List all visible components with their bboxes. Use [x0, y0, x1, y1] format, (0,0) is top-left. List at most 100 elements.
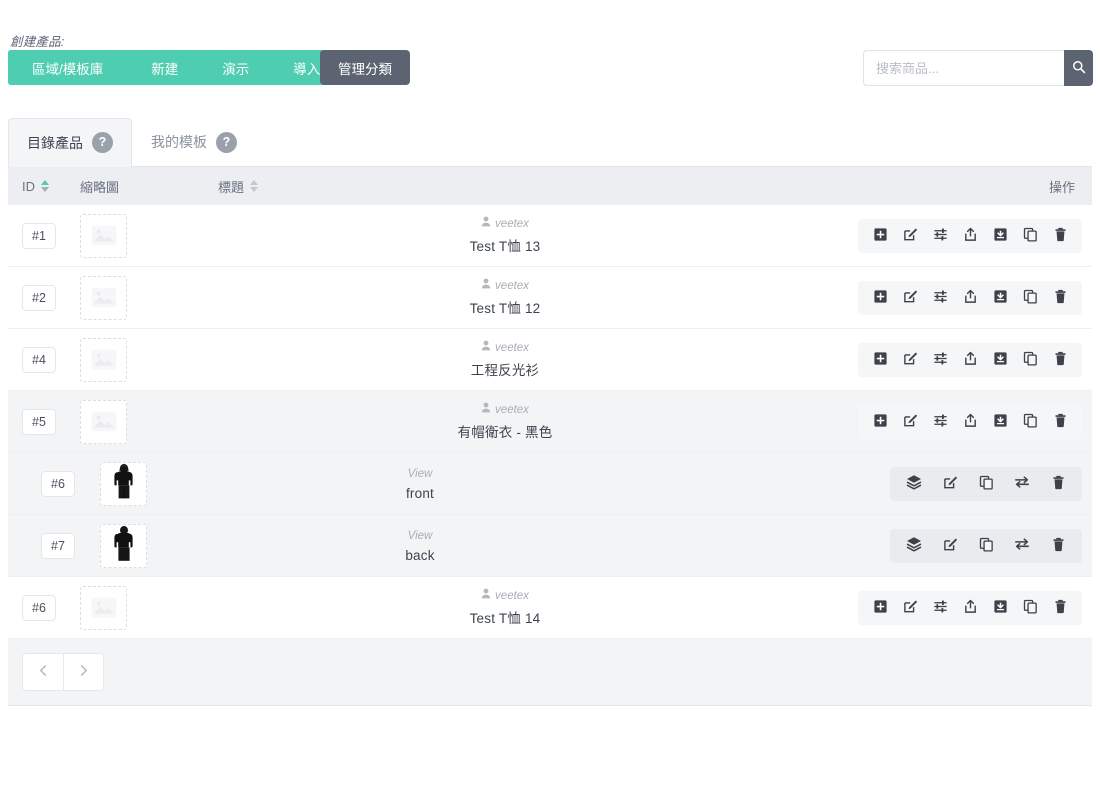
delete-button[interactable]	[1052, 351, 1068, 368]
duplicate-button[interactable]	[1022, 289, 1038, 306]
share-button[interactable]	[962, 227, 978, 244]
share-button[interactable]	[962, 599, 978, 616]
row-title-cell: veetex Test T恤 14	[218, 588, 792, 627]
search-input[interactable]	[863, 50, 1064, 86]
settings-button[interactable]	[932, 600, 948, 616]
save-icon	[993, 227, 1008, 245]
image-placeholder-icon	[91, 287, 117, 308]
edit-button[interactable]	[942, 476, 958, 492]
duplicate-button[interactable]	[978, 475, 994, 492]
duplicate-button[interactable]	[1022, 351, 1038, 368]
row-thumbnail[interactable]	[80, 337, 127, 382]
save-button[interactable]	[992, 227, 1008, 245]
table-row[interactable]: #2 veetex Test T恤 12	[8, 267, 1092, 329]
help-icon[interactable]: ?	[216, 131, 237, 153]
add-button[interactable]	[872, 413, 888, 430]
delete-button[interactable]	[1052, 227, 1068, 244]
duplicate-button[interactable]	[978, 537, 994, 554]
settings-button[interactable]	[932, 290, 948, 306]
row-title: Test T恤 13	[469, 239, 541, 255]
tab-catalog-products[interactable]: 目錄產品 ?	[8, 118, 132, 167]
row-thumbnail[interactable]	[80, 275, 127, 320]
add-button[interactable]	[872, 599, 888, 616]
add-button[interactable]	[872, 227, 888, 244]
delete-button[interactable]	[1050, 475, 1066, 492]
search-button[interactable]	[1064, 50, 1093, 86]
delete-icon	[1051, 537, 1066, 555]
column-header-id[interactable]: ID	[8, 179, 80, 194]
row-thumbnail[interactable]	[100, 523, 147, 568]
demo-button[interactable]: 演示	[200, 50, 272, 85]
share-button[interactable]	[962, 351, 978, 369]
settings-icon	[933, 413, 948, 431]
edit-button[interactable]	[902, 600, 918, 616]
share-button[interactable]	[962, 289, 978, 306]
row-title-cell: veetex Test T恤 13	[218, 216, 792, 255]
row-id-badge: #5	[22, 408, 56, 435]
save-button[interactable]	[992, 351, 1008, 369]
edit-button[interactable]	[902, 414, 918, 430]
table-row[interactable]: #5 veetex 有帽衛衣 - 黑色	[8, 391, 1092, 453]
duplicate-button[interactable]	[1022, 227, 1038, 244]
delete-button[interactable]	[1050, 537, 1066, 555]
design-template-library-button[interactable]: 區域/模板庫	[8, 50, 130, 85]
save-button[interactable]	[992, 599, 1008, 616]
create-new-button[interactable]: 新建	[129, 50, 201, 85]
manage-categories-button[interactable]: 管理分類	[320, 50, 410, 85]
swap-button[interactable]	[1014, 476, 1030, 492]
edit-button[interactable]	[902, 228, 918, 244]
row-owner-label: veetex	[495, 217, 529, 230]
delete-button[interactable]	[1052, 289, 1068, 306]
row-thumbnail-cell	[80, 337, 218, 382]
help-icon[interactable]: ?	[92, 132, 113, 153]
row-thumbnail[interactable]	[100, 461, 147, 506]
edit-button[interactable]	[902, 352, 918, 368]
edit-button[interactable]	[902, 290, 918, 306]
row-owner-label: veetex	[495, 403, 529, 416]
row-thumbnail[interactable]	[80, 399, 127, 444]
row-owner-label: veetex	[495, 341, 529, 354]
table-row[interactable]: #4 veetex 工程反光衫	[8, 329, 1092, 391]
row-title-cell: View back	[218, 528, 792, 562]
row-thumbnail[interactable]	[80, 213, 127, 258]
table-header-row: ID 縮略圖 標題 操作	[8, 167, 1092, 205]
sort-icon-id[interactable]	[41, 180, 49, 192]
duplicate-button[interactable]	[1022, 599, 1038, 616]
settings-button[interactable]	[932, 352, 948, 368]
save-icon	[993, 351, 1008, 369]
row-thumbnail[interactable]	[80, 585, 127, 630]
save-button[interactable]	[992, 413, 1008, 430]
pagination-prev-button[interactable]	[22, 653, 63, 691]
pagination-next-button[interactable]	[63, 653, 104, 691]
add-button[interactable]	[872, 289, 888, 306]
user-icon	[481, 340, 491, 356]
table-row-view[interactable]: #6 View front	[8, 453, 1092, 515]
settings-button[interactable]	[932, 228, 948, 244]
tab-my-templates[interactable]: 我的模板 ?	[132, 117, 256, 166]
edit-icon	[903, 289, 918, 307]
table-row[interactable]: #6 veetex Test T恤 14	[8, 577, 1092, 639]
share-button[interactable]	[962, 413, 978, 430]
share-icon	[963, 351, 978, 369]
row-actions-cell	[792, 280, 1092, 315]
column-header-title[interactable]: 標題	[218, 177, 922, 196]
settings-button[interactable]	[932, 414, 948, 430]
image-placeholder-icon	[91, 349, 117, 370]
delete-button[interactable]	[1052, 413, 1068, 430]
row-id-badge: #4	[22, 346, 56, 373]
sort-icon-title[interactable]	[250, 180, 259, 192]
row-title-cell: veetex 工程反光衫	[218, 340, 792, 379]
save-button[interactable]	[992, 289, 1008, 306]
swap-button[interactable]	[1014, 538, 1030, 554]
row-id-cell: #7	[8, 532, 80, 559]
layers-button[interactable]	[906, 475, 922, 492]
delete-button[interactable]	[1052, 599, 1068, 617]
layers-button[interactable]	[906, 537, 922, 554]
add-button[interactable]	[872, 351, 888, 368]
delete-icon	[1053, 599, 1068, 617]
hoodie-back-thumbnail	[106, 524, 141, 567]
duplicate-button[interactable]	[1022, 413, 1038, 430]
edit-button[interactable]	[942, 538, 958, 554]
table-row[interactable]: #1 veetex Test T恤 13	[8, 205, 1092, 267]
table-row-view[interactable]: #7 View back	[8, 515, 1092, 577]
